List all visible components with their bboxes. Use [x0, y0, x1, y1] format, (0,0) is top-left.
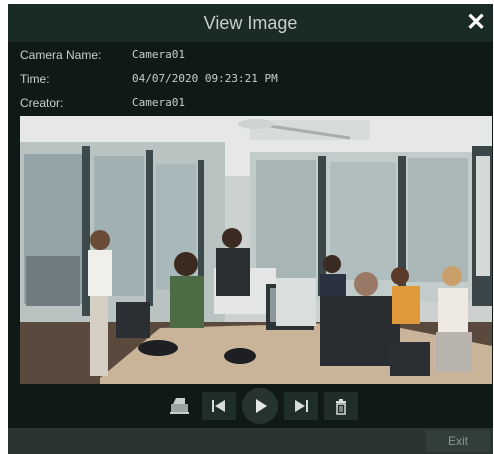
creator-label: Creator: [20, 96, 64, 110]
time-value: 04/07/2020 09:23:21 PM [132, 72, 278, 85]
dialog-footer: Exit [8, 428, 493, 454]
print-icon[interactable] [162, 392, 196, 420]
exit-button[interactable]: Exit [426, 430, 490, 452]
close-icon[interactable]: ✕ [463, 10, 489, 36]
camera-name-row: Camera Name: Camera01 [8, 44, 493, 68]
title-bar: View Image ✕ [8, 4, 493, 42]
previous-icon[interactable] [202, 392, 236, 420]
office-scene-image [20, 116, 492, 384]
snapshot-image [20, 116, 492, 384]
delete-icon[interactable] [324, 392, 358, 420]
next-icon[interactable] [284, 392, 318, 420]
camera-name-value: Camera01 [132, 48, 185, 61]
dialog-title: View Image [203, 13, 298, 33]
time-row: Time: 04/07/2020 09:23:21 PM [8, 68, 493, 92]
creator-value: Camera01 [132, 96, 185, 109]
creator-row: Creator: Camera01 [8, 92, 493, 116]
camera-name-label: Camera Name: [20, 48, 102, 62]
time-label: Time: [20, 72, 50, 86]
image-info: Camera Name: Camera01 Time: 04/07/2020 0… [8, 42, 493, 116]
play-icon[interactable] [242, 388, 278, 424]
view-image-dialog: View Image ✕ Camera Name: Camera01 Time:… [8, 4, 493, 454]
playback-toolbar [8, 384, 493, 428]
